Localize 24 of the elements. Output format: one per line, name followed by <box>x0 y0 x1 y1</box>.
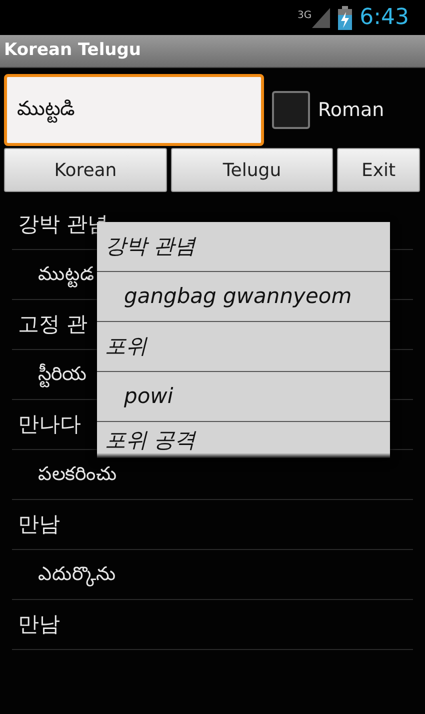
suggestion-word[interactable]: 포위 <box>97 330 147 362</box>
window-title: Korean Telugu <box>4 39 142 62</box>
network-label: 3G <box>297 8 312 22</box>
roman-label[interactable]: Roman <box>318 96 384 124</box>
battery-icon <box>338 6 352 30</box>
checkbox[interactable] <box>272 91 310 129</box>
telugu-translation[interactable]: స్టీరియ <box>12 360 86 389</box>
exit-button[interactable]: Exit <box>337 148 420 192</box>
signal-icon <box>312 8 330 28</box>
clock: 6:43 <box>360 6 409 28</box>
korean-word[interactable]: 만남 <box>12 608 60 640</box>
language-button[interactable]: Korean <box>4 148 167 192</box>
telugu-translation[interactable]: ఎదుర్కొను <box>12 560 116 589</box>
suggestion-word[interactable]: 강박 관념 <box>97 230 196 262</box>
search-field[interactable]: ముట్టడి <box>4 74 264 146</box>
korean-word[interactable]: 만남 <box>12 508 60 540</box>
suggestion-romanization[interactable]: gangbag gwannyeom <box>97 280 352 312</box>
telugu-translation[interactable]: ముట్టడ <box>12 260 94 289</box>
suggestion-romanization[interactable]: powi <box>97 380 174 412</box>
korean-word[interactable]: 고정 관 <box>12 308 88 340</box>
language-button[interactable]: Telugu <box>171 148 333 192</box>
telugu-translation[interactable]: పలకరించు <box>12 460 117 489</box>
suggestion-word[interactable]: 포위 공격 <box>97 425 196 456</box>
korean-word[interactable]: 만나다 <box>12 408 81 440</box>
